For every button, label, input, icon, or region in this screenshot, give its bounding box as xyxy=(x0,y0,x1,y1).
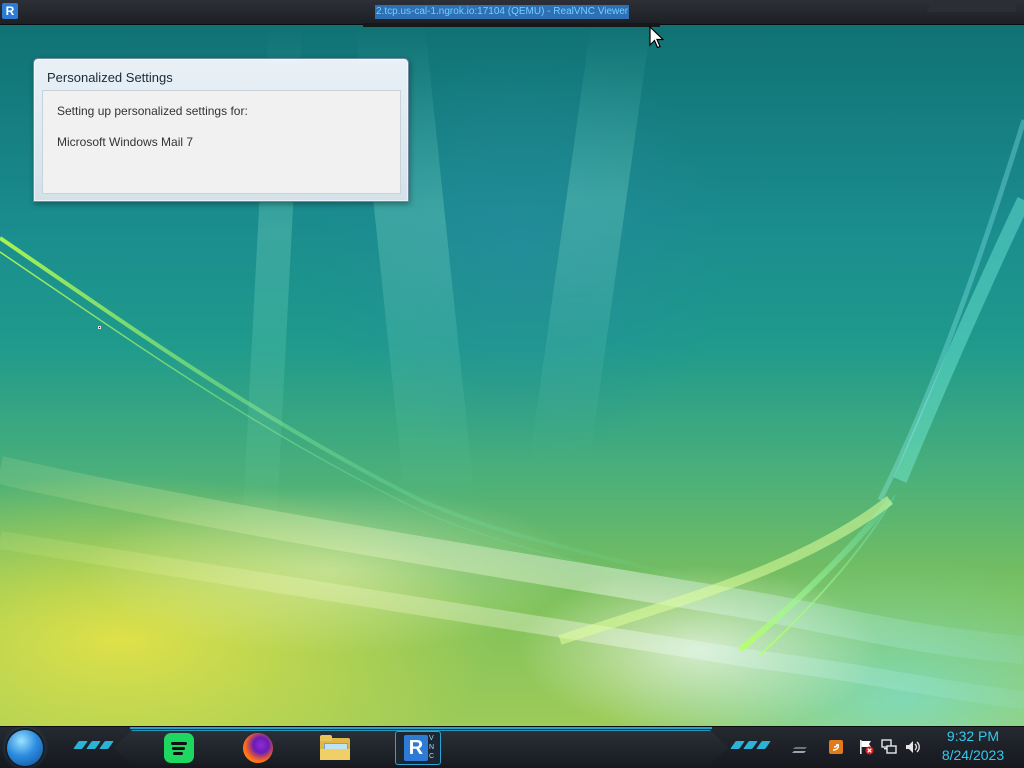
java-update-icon[interactable] xyxy=(828,739,844,755)
volume-icon[interactable] xyxy=(905,739,921,755)
desktop-marker xyxy=(98,326,101,329)
show-desktop-icon[interactable] xyxy=(792,739,808,755)
realvnc-taskbar-button[interactable]: R VNC xyxy=(388,731,448,765)
taskbar-decoration-right xyxy=(730,741,771,749)
window-title: Personalized Settings xyxy=(47,70,173,85)
taskbar: R VNC xyxy=(0,726,1024,768)
file-explorer-icon xyxy=(319,734,351,762)
file-explorer-taskbar-button[interactable] xyxy=(318,731,352,765)
light-beam xyxy=(529,24,651,464)
vnc-window-title: 2.tcp.us-cal-1.ngrok.io:17104 (QEMU) - R… xyxy=(375,5,630,19)
network-icon[interactable] xyxy=(881,739,897,755)
firefox-icon xyxy=(243,733,273,763)
realvnc-icon: R VNC xyxy=(395,731,441,765)
realvnc-logo-icon[interactable]: R xyxy=(2,3,18,19)
spotify-taskbar-button[interactable] xyxy=(162,731,196,765)
vnc-title-bar[interactable]: R 2.tcp.us-cal-1.ngrok.io:17104 (QEMU) -… xyxy=(0,0,1024,25)
vnc-screen: R 2.tcp.us-cal-1.ngrok.io:17104 (QEMU) -… xyxy=(0,0,1024,768)
vnc-toolbar-handle[interactable] xyxy=(926,0,1016,12)
spotify-icon xyxy=(164,733,194,763)
firefox-taskbar-button[interactable] xyxy=(241,731,275,765)
action-center-flag-icon[interactable] xyxy=(858,739,874,755)
start-button[interactable] xyxy=(7,730,43,766)
component-name: Microsoft Windows Mail 7 xyxy=(57,135,194,149)
vnc-title-underline xyxy=(363,23,660,27)
mouse-cursor-icon xyxy=(649,26,665,49)
taskbar-accent-line xyxy=(130,727,712,729)
clock-date[interactable]: 8/24/2023 xyxy=(931,747,1015,763)
window-body: Setting up personalized settings for: Mi… xyxy=(42,90,401,194)
taskbar-decoration-left xyxy=(73,741,114,749)
status-message: Setting up personalized settings for: xyxy=(57,104,248,118)
clock-time[interactable]: 9:32 PM xyxy=(935,728,1011,744)
personalized-settings-window: Personalized Settings Setting up persona… xyxy=(33,58,409,202)
vnc-letters: VNC xyxy=(429,735,435,760)
